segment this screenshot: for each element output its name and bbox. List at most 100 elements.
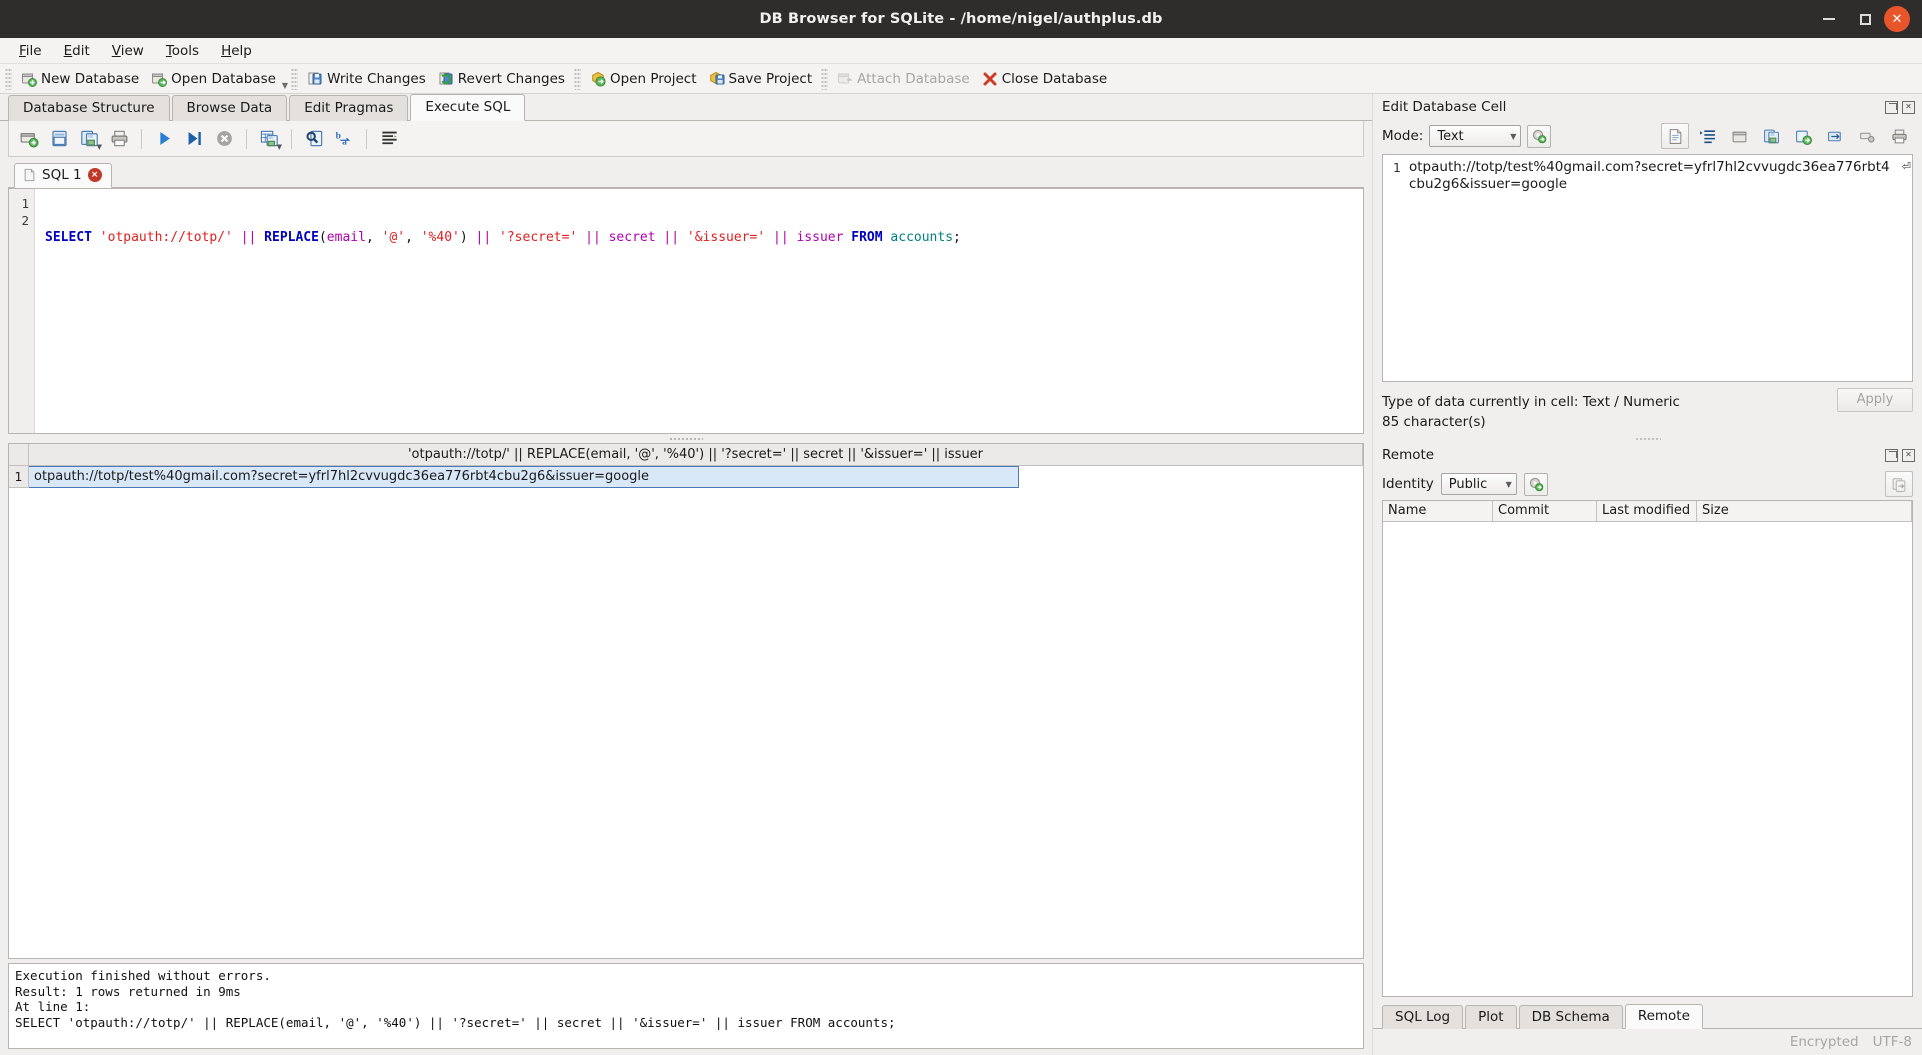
text-mode-button[interactable] bbox=[1661, 123, 1689, 149]
write-changes-button[interactable]: Write Changes bbox=[301, 66, 432, 92]
chevron-down-icon: ▼ bbox=[1505, 479, 1512, 489]
cell-content-line-1: otpauth://totp/test%40gmail.com?secret=y… bbox=[1409, 159, 1890, 175]
row-number[interactable]: 1 bbox=[9, 466, 29, 488]
encoding-status: UTF-8 bbox=[1872, 1034, 1912, 1050]
sql-token: || bbox=[475, 230, 492, 245]
new-database-button[interactable]: New Database bbox=[15, 66, 145, 92]
close-database-button[interactable]: Close Database bbox=[976, 66, 1113, 92]
sql-token: accounts bbox=[890, 230, 954, 245]
results-corner-cell[interactable] bbox=[9, 444, 29, 465]
dock-splitter[interactable] bbox=[1373, 434, 1922, 442]
import-button[interactable] bbox=[1725, 123, 1753, 149]
remote-dock-title: Remote ✕ bbox=[1373, 442, 1922, 468]
mode-select[interactable]: Text ▼ bbox=[1429, 125, 1522, 147]
clone-repository-button[interactable] bbox=[1885, 471, 1913, 497]
open-database-dropdown-arrow[interactable]: ▼ bbox=[282, 81, 288, 90]
export-icon bbox=[1763, 129, 1779, 143]
open-in-app-button[interactable] bbox=[1821, 123, 1849, 149]
cell-editor[interactable]: 1 otpauth://totp/test%40gmail.com?secret… bbox=[1382, 154, 1913, 382]
remote-col-name[interactable]: Name bbox=[1383, 501, 1493, 521]
tab-edit-pragmas[interactable]: Edit Pragmas bbox=[289, 95, 409, 121]
toolbar-separator-3 bbox=[291, 128, 292, 149]
toolbar-grip[interactable] bbox=[5, 67, 12, 90]
execute-current-line-icon bbox=[188, 131, 201, 146]
format-sql-icon bbox=[381, 131, 397, 145]
tab-database-structure[interactable]: Database Structure bbox=[8, 95, 170, 121]
tab-label: Remote bbox=[1637, 1008, 1690, 1024]
cell-editor-content[interactable]: otpauth://totp/test%40gmail.com?secret=y… bbox=[1405, 155, 1912, 381]
tab-browse-data[interactable]: Browse Data bbox=[171, 95, 288, 121]
revert-changes-button[interactable]: Revert Changes bbox=[432, 66, 571, 92]
copy-hex-button[interactable] bbox=[1853, 123, 1881, 149]
save-results-button[interactable]: ▼ bbox=[255, 125, 283, 153]
stop-button[interactable] bbox=[210, 125, 238, 153]
menu-file[interactable]: FFileile bbox=[8, 40, 53, 62]
close-dock-icon[interactable]: ✕ bbox=[1902, 100, 1915, 114]
tab-plot[interactable]: Plot bbox=[1465, 1005, 1517, 1029]
export-button[interactable] bbox=[1757, 123, 1785, 149]
results-column-header[interactable]: 'otpauth://totp/' || REPLACE(email, '@',… bbox=[29, 444, 1363, 465]
find-replace-button[interactable]: b a bbox=[330, 125, 358, 153]
sql-tab-1[interactable]: SQL 1 × bbox=[14, 163, 112, 188]
write-changes-label: Write Changes bbox=[327, 70, 426, 87]
open-project-button[interactable]: Open Project bbox=[584, 66, 703, 92]
open-database-button[interactable]: Open Database bbox=[145, 66, 282, 92]
edit-cell-dock-buttons: ✕ bbox=[1885, 100, 1915, 114]
open-sql-file-button[interactable] bbox=[45, 125, 73, 153]
sql-editor[interactable]: 1 2 SELECT 'otpauth://totp/' || REPLACE(… bbox=[8, 188, 1364, 434]
menu-tools[interactable]: Tools bbox=[155, 40, 210, 62]
tab-sql-log[interactable]: SQL Log bbox=[1382, 1005, 1464, 1029]
set-as-null-button[interactable] bbox=[1789, 123, 1817, 149]
remote-title-label: Remote bbox=[1382, 447, 1435, 463]
sql-editor-code[interactable]: SELECT 'otpauth://totp/' || REPLACE(emai… bbox=[35, 189, 961, 433]
remote-float-dock-icon[interactable] bbox=[1885, 448, 1898, 462]
tab-label: Database Structure bbox=[23, 100, 155, 116]
word-wrap-icon bbox=[1699, 129, 1715, 143]
sql-tab-close-icon[interactable]: × bbox=[87, 168, 102, 182]
tab-execute-sql[interactable]: Execute SQL bbox=[410, 94, 526, 121]
open-sql-tab-button[interactable] bbox=[15, 125, 43, 153]
identity-settings-button[interactable] bbox=[1523, 472, 1548, 496]
print-cell-button[interactable] bbox=[1885, 123, 1913, 149]
save-sql-dropdown-arrow[interactable]: ▼ bbox=[97, 143, 102, 151]
identity-select[interactable]: Public ▼ bbox=[1440, 473, 1517, 495]
remote-col-last-modified[interactable]: Last modified bbox=[1597, 501, 1697, 521]
print-button[interactable] bbox=[105, 125, 133, 153]
save-results-dropdown-arrow[interactable]: ▼ bbox=[277, 143, 282, 151]
execute-current-line-button[interactable] bbox=[180, 125, 208, 153]
word-wrap-button[interactable] bbox=[1693, 123, 1721, 149]
toolbar-grip-3[interactable] bbox=[573, 67, 581, 90]
tab-remote[interactable]: Remote bbox=[1624, 1004, 1703, 1029]
format-sql-button[interactable] bbox=[375, 125, 403, 153]
execute-all-button[interactable] bbox=[150, 125, 178, 153]
maximize-icon[interactable] bbox=[1848, 2, 1882, 36]
clone-repository-icon bbox=[1892, 477, 1905, 492]
toolbar-grip-4[interactable] bbox=[821, 67, 829, 90]
apply-mode-button[interactable] bbox=[1527, 124, 1552, 148]
float-dock-icon[interactable] bbox=[1885, 100, 1898, 114]
cell-line-number: 1 bbox=[1393, 160, 1401, 175]
find-button[interactable] bbox=[300, 125, 328, 153]
remote-close-dock-icon[interactable]: ✕ bbox=[1902, 448, 1915, 462]
save-project-button[interactable]: Save Project bbox=[703, 66, 819, 92]
bottom-tabbar: SQL Log Plot DB Schema Remote bbox=[1373, 1003, 1922, 1029]
results-grid: 'otpauth://totp/' || REPLACE(email, '@',… bbox=[8, 443, 1364, 959]
save-sql-file-button[interactable]: ▼ bbox=[75, 125, 103, 153]
results-cell[interactable]: otpauth://totp/test%40gmail.com?secret=y… bbox=[29, 466, 1019, 488]
table-row[interactable]: 1 otpauth://totp/test%40gmail.com?secret… bbox=[9, 466, 1363, 488]
toolbar-separator bbox=[141, 128, 142, 149]
sql-editor-toolbar: ▼ ▼ b a bbox=[8, 121, 1364, 157]
remote-col-commit[interactable]: Commit bbox=[1493, 501, 1597, 521]
sql-token: secret bbox=[608, 230, 656, 245]
sql-token: REPLACE bbox=[264, 230, 319, 245]
apply-button[interactable]: Apply bbox=[1837, 388, 1913, 412]
toolbar-grip-2[interactable] bbox=[291, 67, 299, 90]
remote-col-size[interactable]: Size bbox=[1697, 501, 1912, 521]
menu-view[interactable]: View bbox=[101, 40, 155, 62]
tab-db-schema[interactable]: DB Schema bbox=[1518, 1005, 1623, 1029]
menu-edit[interactable]: Edit bbox=[53, 40, 101, 62]
close-icon[interactable]: ✕ bbox=[1884, 6, 1910, 32]
editor-results-splitter[interactable] bbox=[0, 434, 1372, 443]
minimize-icon[interactable] bbox=[1812, 2, 1846, 36]
menu-help[interactable]: Help bbox=[210, 40, 263, 62]
